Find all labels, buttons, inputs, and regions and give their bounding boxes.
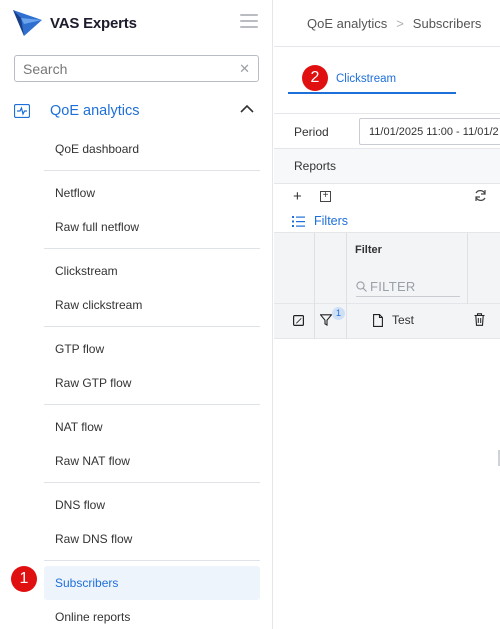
sidebar-section-label: QoE analytics: [50, 103, 140, 119]
filter-icon[interactable]: [320, 314, 332, 326]
column-divider: [467, 233, 468, 305]
sidebar-item-raw-clickstream[interactable]: Raw clickstream: [44, 288, 260, 322]
sidebar-item-raw-full-netflow[interactable]: Raw full netflow: [44, 210, 260, 244]
main-content: 2 Clickstream Period 11/01/2025 11:00 - …: [274, 48, 500, 629]
report-name: Test: [392, 313, 415, 327]
annotation-badge-1: 1: [11, 566, 37, 592]
tab-label: Clickstream: [336, 73, 397, 85]
sidebar-section-qoe-analytics[interactable]: QoE analytics: [14, 98, 264, 124]
sidebar: VAS Experts ✕ QoE analytics QoE dashboar…: [0, 0, 273, 629]
sidebar-item-nat-flow[interactable]: NAT flow: [44, 410, 260, 444]
breadcrumb-item-subscribers: Subscribers: [412, 15, 482, 31]
app-root: VAS Experts ✕ QoE analytics QoE dashboar…: [0, 0, 500, 629]
tab-clickstream[interactable]: 2 Clickstream: [288, 64, 456, 94]
column-divider: [314, 304, 315, 339]
period-label: Period: [294, 125, 329, 139]
search-icon: [356, 281, 367, 292]
period-input[interactable]: 11/01/2025 11:00 - 11/01/2: [359, 118, 500, 145]
edit-icon[interactable]: [293, 315, 304, 326]
column-divider: [346, 233, 347, 305]
filters-toggle[interactable]: Filters: [274, 212, 500, 232]
column-divider: [346, 304, 347, 339]
document-icon: [373, 314, 383, 327]
list-icon: [292, 216, 305, 227]
sidebar-item-online-reports[interactable]: Online reports: [44, 600, 260, 629]
sidebar-item-raw-dns-flow[interactable]: Raw DNS flow: [44, 522, 260, 556]
sidebar-menu: QoE dashboard Netflow Raw full netflow C…: [44, 132, 260, 629]
divider: [44, 248, 260, 249]
filter-count-badge: 1: [332, 307, 345, 320]
search-field: ✕: [14, 55, 259, 82]
divider: [44, 170, 260, 171]
grid-header: Filter FILTER: [274, 232, 500, 305]
period-row: Period 11/01/2025 11:00 - 11/01/2: [274, 113, 500, 149]
reports-header: Reports: [274, 149, 500, 184]
table-row[interactable]: 1 Test: [274, 304, 500, 339]
breadcrumb-separator: >: [396, 15, 404, 31]
filter-placeholder: FILTER: [370, 279, 416, 294]
sidebar-item-qoe-dashboard[interactable]: QoE dashboard: [44, 132, 260, 166]
search-input[interactable]: [23, 60, 240, 77]
add-group-icon[interactable]: +: [320, 191, 331, 202]
brand-name: VAS Experts: [50, 14, 137, 32]
sidebar-item-netflow[interactable]: Netflow: [44, 176, 260, 210]
divider: [44, 482, 260, 483]
divider: [44, 404, 260, 405]
annotation-badge-2: 2: [302, 65, 328, 91]
sidebar-item-raw-nat-flow[interactable]: Raw NAT flow: [44, 444, 260, 478]
sidebar-item-raw-gtp-flow[interactable]: Raw GTP flow: [44, 366, 260, 400]
filters-label: Filters: [314, 214, 349, 228]
add-icon[interactable]: +: [293, 188, 302, 205]
trash-icon[interactable]: [474, 313, 485, 326]
breadcrumb: QoE analytics > Subscribers: [274, 0, 500, 47]
refresh-icon[interactable]: [474, 189, 487, 202]
analytics-icon: [14, 104, 30, 118]
filter-input[interactable]: FILTER: [356, 277, 460, 297]
menu-toggle-icon[interactable]: [240, 14, 258, 28]
sidebar-item-dns-flow[interactable]: DNS flow: [44, 488, 260, 522]
reports-toolbar: + +: [274, 184, 500, 212]
sidebar-item-gtp-flow[interactable]: GTP flow: [44, 332, 260, 366]
divider: [44, 560, 260, 561]
divider: [44, 326, 260, 327]
sidebar-item-subscribers[interactable]: Subscribers: [44, 566, 260, 600]
sidebar-item-clickstream[interactable]: Clickstream: [44, 254, 260, 288]
chevron-up-icon[interactable]: [240, 104, 254, 114]
logo[interactable]: VAS Experts: [12, 6, 137, 40]
breadcrumb-item-qoe-analytics[interactable]: QoE analytics: [307, 16, 387, 31]
column-divider: [314, 233, 315, 305]
column-header-filter: Filter: [355, 244, 382, 256]
vas-logo-icon: [13, 10, 42, 36]
close-icon[interactable]: ✕: [239, 61, 250, 77]
reports-label: Reports: [294, 159, 337, 173]
